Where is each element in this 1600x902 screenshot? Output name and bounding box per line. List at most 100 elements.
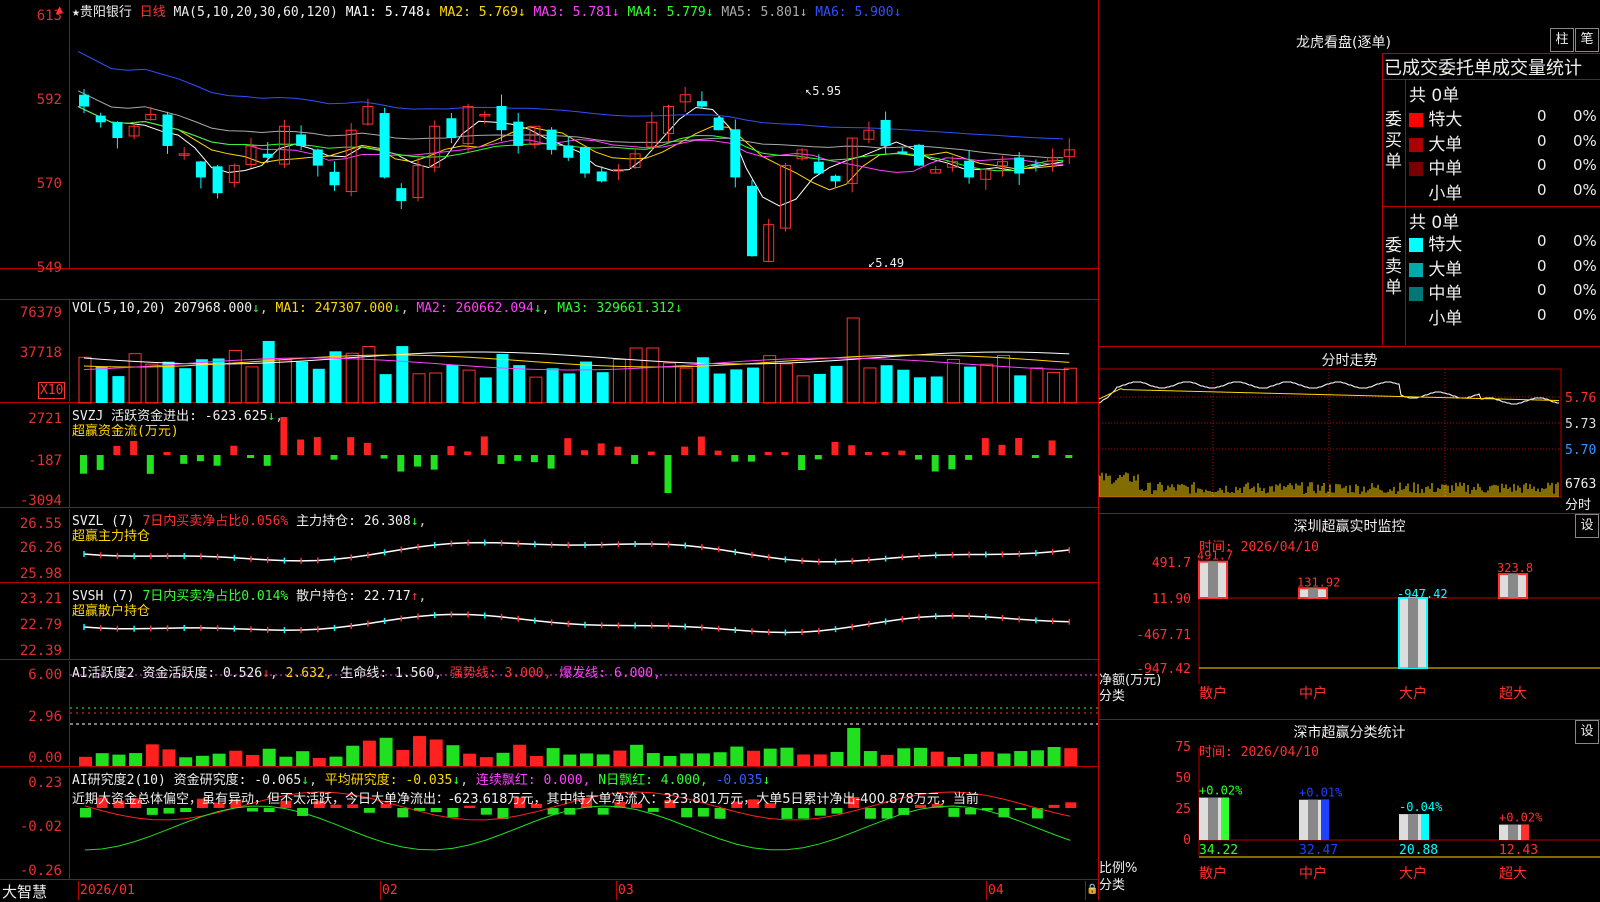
order-row: 特大 0 0% <box>1409 105 1599 130</box>
flow-bar <box>898 450 906 455</box>
volume-axis: 76379 37718 X10 <box>0 300 70 402</box>
activity-bar <box>880 754 894 766</box>
svsh-desc1: 7日内买卖净占比0.014% <box>142 589 289 604</box>
activity-bar <box>980 751 994 766</box>
sz-monitor-panel[interactable]: 深圳超赢实时监控 设 时间: 2026/04/10 491.7 散户 131.92 中… <box>1099 513 1600 719</box>
net-amount-chart: 491.7 散户 131.92 中户 -947.42 大户 323.8 超大 <box>1197 549 1600 702</box>
volume-bar <box>312 368 325 403</box>
ratio-bar-shade <box>1308 799 1318 840</box>
volume-bar <box>997 354 1010 404</box>
volume-bar <box>646 347 660 404</box>
activity-bar <box>95 753 109 766</box>
research-bar <box>163 808 175 814</box>
volume-bar <box>980 363 994 404</box>
order-count: 0 <box>1537 131 1547 150</box>
activity-bar <box>680 753 694 766</box>
volume-bar <box>446 364 459 403</box>
activity-bar <box>479 757 493 766</box>
price-pane[interactable]: 613 592 570 549 ▲ ★贵阳银行 日线 MA(5,10,20,30… <box>0 0 1098 275</box>
lock-icon[interactable]: 🔒 <box>1086 884 1098 895</box>
volume-bar <box>897 369 910 403</box>
flow-bar <box>1015 438 1023 455</box>
svsh-tick: 23.21 <box>19 591 62 607</box>
volume-pane[interactable]: 76379 37718 X10 VOL(5,10,20) 207968.000↓… <box>0 299 1098 404</box>
volume-bar <box>796 375 810 404</box>
flow-bar <box>614 446 622 455</box>
stock-name[interactable]: ★贵阳银行 <box>72 5 132 20</box>
bar-mode-button[interactable]: 柱 <box>1550 28 1574 52</box>
price-tick: 570 <box>36 176 62 192</box>
activity-bar <box>813 754 827 766</box>
activity-bar <box>696 753 710 766</box>
ai-research-pane[interactable]: 0.23 -0.02 -0.26 AI研究度2(10) 资金研究度: -0.06… <box>0 768 1098 880</box>
ai2-tick: -0.26 <box>19 863 62 879</box>
candlestick-chart[interactable] <box>0 0 1098 269</box>
volume-bar <box>345 352 359 404</box>
research-bar <box>480 808 492 815</box>
net-amount-bar-shade <box>1408 598 1418 668</box>
activity-bar <box>780 747 794 766</box>
activity-bar <box>713 752 727 766</box>
color-swatch <box>1409 287 1423 301</box>
ai1-tick: 0.00 <box>28 750 62 766</box>
flow-bar <box>965 455 973 460</box>
candle <box>162 114 173 146</box>
volume-bar <box>863 367 877 404</box>
ai2-lianxu: 连续飘红: 0.000, <box>475 773 591 788</box>
activity-bar <box>379 737 393 766</box>
research-bar <box>180 808 192 813</box>
activity-bar <box>463 753 477 766</box>
intraday-chart[interactable] <box>1099 347 1600 515</box>
svzj-tick: -3094 <box>19 493 62 509</box>
date-label: 04 <box>988 883 1004 898</box>
activity-bar <box>279 756 293 766</box>
ratio-bar-accent <box>1521 824 1529 840</box>
flow-bar <box>814 455 822 460</box>
svsh-pane[interactable]: 23.21 22.79 22.39 SVSH (7) 7日内买卖净占比0.014… <box>0 584 1098 660</box>
ma-params: MA(5,10,20,30,60,120) <box>173 5 338 20</box>
activity-bar <box>329 756 343 766</box>
flow-bar <box>864 452 872 455</box>
activity-bar <box>179 757 193 766</box>
period-label[interactable]: 日线 <box>140 5 166 20</box>
volume-bar <box>563 373 576 403</box>
candle <box>195 161 206 178</box>
intraday-panel[interactable]: 分时走势 5.76 5.73 5.70 6763 分时 <box>1099 346 1600 514</box>
activity-bar <box>997 753 1011 766</box>
flow-bar <box>547 455 555 469</box>
volume-bar <box>596 372 609 403</box>
research-bar <box>814 808 826 816</box>
candle <box>747 185 757 257</box>
research-bar <box>363 808 375 813</box>
sz-class-panel[interactable]: 深市超赢分类统计 设 时间: 2026/04/10 +0.02% 34.22 散户 +… <box>1099 719 1600 900</box>
ai-activity-pane[interactable]: 6.00 2.96 0.00 AI活跃度2 资金活跃度: 0.526↓, 2.6… <box>0 661 1098 767</box>
flow-bar <box>581 450 588 455</box>
svzj-pane[interactable]: 2721 -187 -3094 SVZJ 活跃资金进出: -623.625↓, … <box>0 404 1098 508</box>
flow-bar <box>514 455 522 461</box>
activity-bar <box>162 749 176 766</box>
price-header: ★贵阳银行 日线 MA(5,10,20,30,60,120) MA1: 5.74… <box>72 1 901 20</box>
net-amount-label: 131.92 <box>1297 575 1340 589</box>
ai2-tick: 0.23 <box>28 775 62 791</box>
svsh-axis: 23.21 22.79 22.39 <box>0 584 70 659</box>
volume-bar <box>930 376 943 403</box>
ai2-tick: -0.02 <box>19 819 62 835</box>
activity-bar <box>129 753 143 766</box>
flow-bar <box>313 437 321 455</box>
activity-bar <box>563 754 577 766</box>
svzl-pane[interactable]: 26.55 26.26 25.98 SVZL (7) 7日内买卖净占比0.056… <box>0 509 1098 583</box>
menu-arrow-icon[interactable]: ▲ <box>56 2 63 16</box>
tick-mode-button[interactable]: 笔 <box>1575 28 1599 52</box>
volume-bar <box>747 367 759 403</box>
volume-bar <box>663 362 676 404</box>
flow-bar <box>96 455 104 470</box>
order-count: 0 <box>1537 305 1547 324</box>
research-bar <box>681 808 693 818</box>
flow-bar <box>564 438 572 455</box>
intraday-frame <box>1099 368 1562 498</box>
volume-bar <box>1047 371 1061 404</box>
activity-bar <box>229 750 243 766</box>
svzl-desc2: 主力持仓: 26.308 <box>296 514 411 529</box>
activity-bar <box>1030 750 1044 766</box>
category-label: 超大 <box>1499 866 1527 882</box>
